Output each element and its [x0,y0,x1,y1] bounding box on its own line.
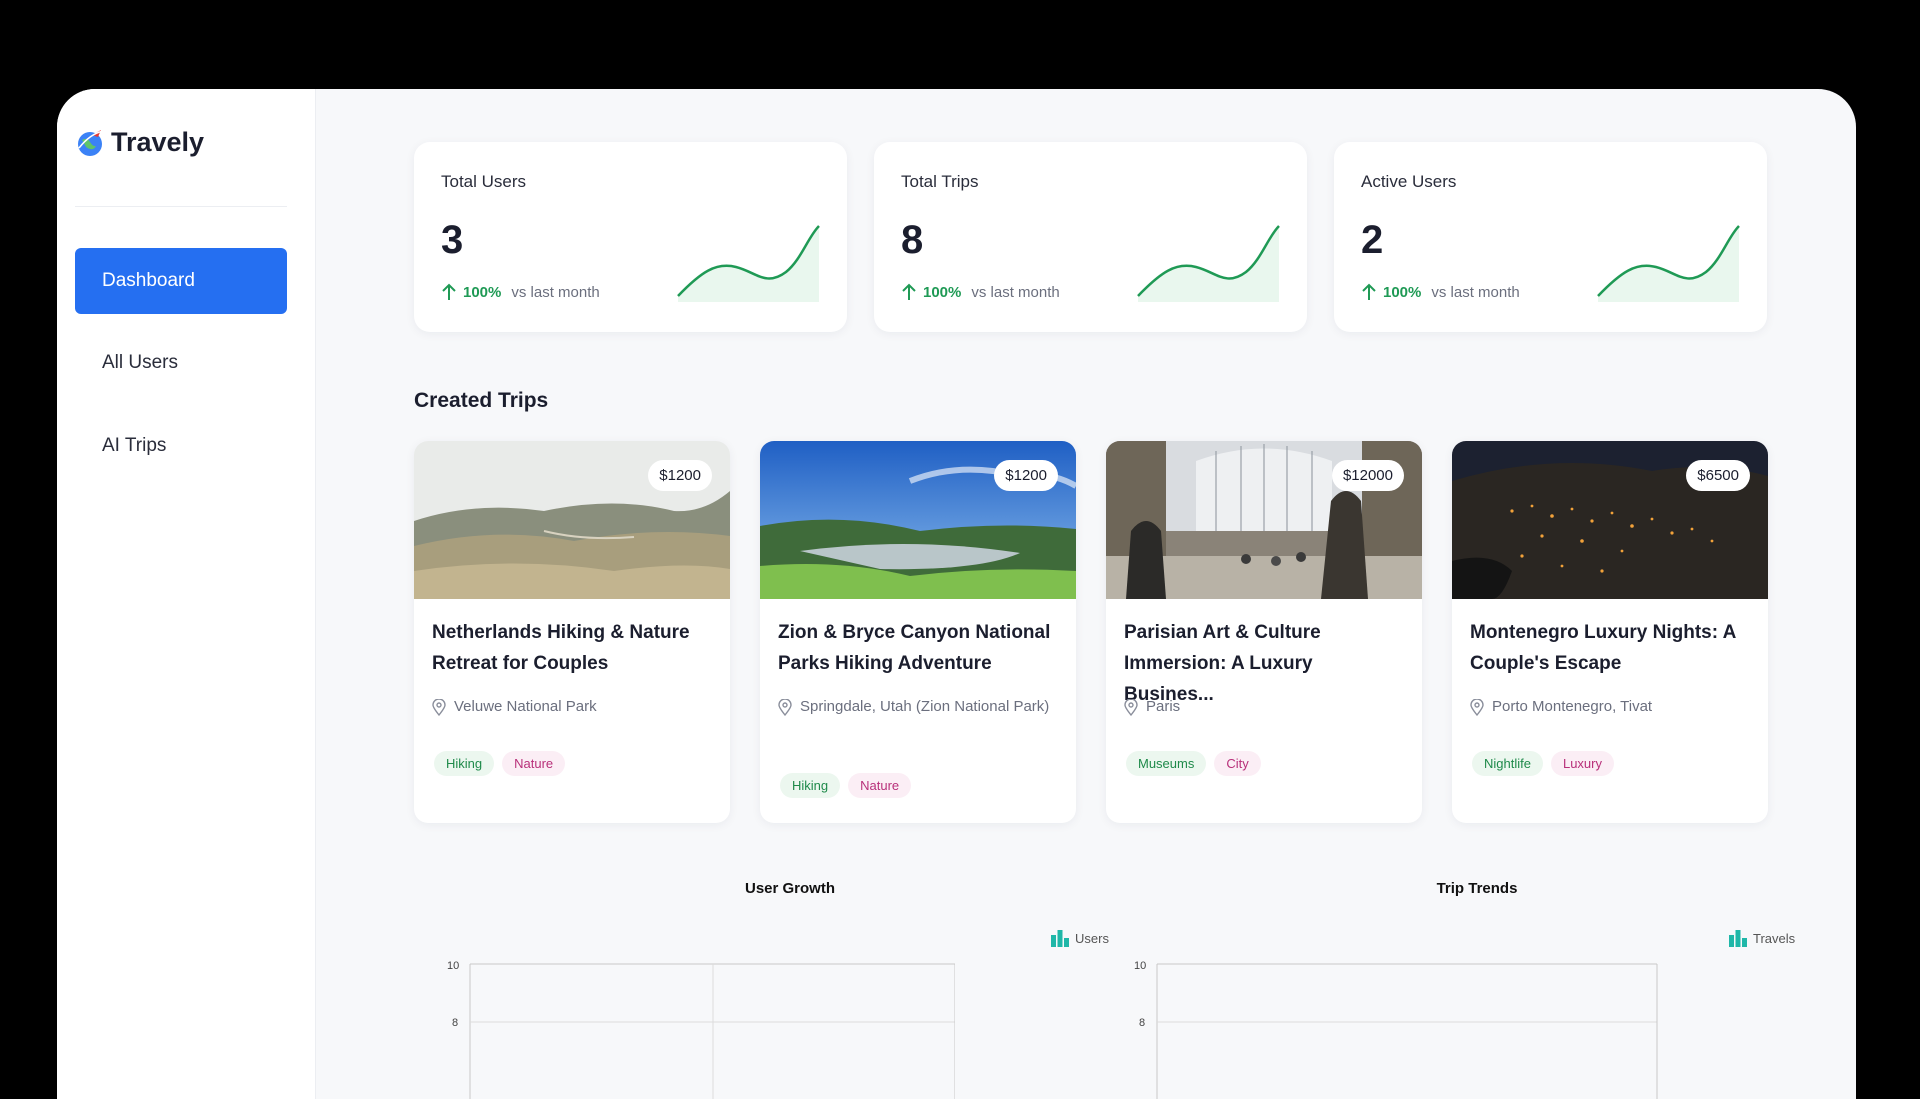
price-badge: $1200 [994,460,1058,491]
stat-value: 2 [1361,218,1384,262]
stat-title: Active Users [1361,172,1457,191]
trip-location-text: Springdale, Utah (Zion National Park) [800,698,1050,715]
tag: Hiking [434,751,495,776]
stat-title: Total Users [441,172,527,191]
trip-location-text: Veluwe National Park [454,698,597,715]
legend-label: Users [1075,930,1109,946]
price-badge: $1200 [648,460,712,491]
stat-change: 100% vs last month [1361,283,1520,301]
app-name: Travely [111,127,205,157]
trip-card[interactable]: $6500 Montenegro Luxury Nights: A Couple… [1452,441,1768,823]
trip-location: Springdale, Utah (Zion National Park) [778,696,1060,718]
stat-value: 3 [441,218,464,262]
stat-percent: 100% [1383,283,1422,301]
location-pin-icon [778,699,792,716]
trip-tags: Museums City [1126,751,1261,776]
user-growth-chart: 10 8 [447,961,955,1099]
trip-tags: Nightlife Luxury [1472,751,1614,776]
price-badge: $12000 [1331,460,1404,491]
tag: Luxury [1550,751,1614,776]
stat-title: Total Trips [901,172,979,191]
app-logo[interactable]: Travely [75,127,204,158]
trip-location: Veluwe National Park [432,696,714,718]
trip-name: Zion & Bryce Canyon National Parks Hikin… [778,622,1051,674]
trip-image: $6500 [1452,441,1768,599]
trip-tags: Hiking Nature [780,773,912,798]
stat-change: 100% vs last month [441,283,600,301]
stat-comparison: vs last month [971,283,1060,301]
section-title-created-trips: Created Trips [414,389,549,412]
trip-image: $1200 [760,441,1076,599]
trip-image: $1200 [414,441,730,599]
legend-label: Travels [1753,930,1796,946]
sidebar-item-dashboard[interactable]: Dashboard [75,248,287,314]
stats-row: Total Users 3 100% vs last month Total T… [414,142,1767,332]
stat-card-active-users: Active Users 2 100% vs last month [1334,142,1767,332]
chart-title-trip-trends: Trip Trends [1436,880,1518,897]
tag: Museums [1126,751,1207,776]
trip-location: Paris [1124,696,1406,718]
sidebar-divider [75,206,287,207]
trip-trends-chart: 10 8 [1134,961,1658,1099]
trip-name: Montenegro Luxury Nights: A Couple's Esc… [1470,622,1736,674]
chart-title-user-growth: User Growth [744,880,835,897]
tag: Nightlife [1472,751,1543,776]
trend-sparkline [1137,225,1280,302]
arrow-up-icon [902,283,916,300]
stat-percent: 100% [923,283,962,301]
chart-legend-travels[interactable]: Travels [1728,929,1795,947]
y-tick-label: 10 [1134,961,1146,972]
stat-card-total-trips: Total Trips 8 100% vs last month [874,142,1307,332]
sidebar: Travely Dashboard All Users AI Trips [57,89,316,1099]
trend-sparkline [677,225,820,302]
trip-location-text: Paris [1146,698,1181,715]
bar-chart-icon [1051,930,1069,947]
y-tick-label: 8 [452,1017,458,1029]
stat-percent: 100% [463,283,502,301]
stat-card-total-users: Total Users 3 100% vs last month [414,142,847,332]
trip-name: Netherlands Hiking & Nature Retreat for … [432,622,690,674]
price-badge: $6500 [1686,460,1750,491]
stat-comparison: vs last month [511,283,600,301]
trip-location-text: Porto Montenegro, Tivat [1492,698,1653,715]
main-content: Total Users 3 100% vs last month Total T… [315,89,1856,1099]
tag: Nature [848,773,912,798]
arrow-up-icon [1362,283,1376,300]
trip-card[interactable]: $1200 Zion & Bryce Canyon National Parks… [760,441,1076,823]
trips-grid: $1200 Netherlands Hiking & Nature Retrea… [414,441,1768,823]
tag: Hiking [780,773,841,798]
trip-image: $12000 [1106,441,1422,599]
location-pin-icon [1124,699,1138,716]
trip-card[interactable]: $1200 Netherlands Hiking & Nature Retrea… [414,441,730,823]
sidebar-item-ai-trips[interactable]: AI Trips [75,413,287,479]
arrow-up-icon [442,283,456,300]
trip-tags: Hiking Nature [434,751,566,776]
location-pin-icon [1470,699,1484,716]
globe-plane-icon [78,129,104,156]
sidebar-item-all-users[interactable]: All Users [75,330,287,396]
app-window: Travely Dashboard All Users AI Trips Tot… [57,89,1856,1099]
y-tick-label: 8 [1139,1017,1145,1029]
chart-legend-users[interactable]: Users [1050,929,1109,947]
stat-comparison: vs last month [1431,283,1520,301]
stat-value: 8 [901,218,924,262]
tag: Nature [502,751,566,776]
location-pin-icon [432,699,446,716]
stat-change: 100% vs last month [901,283,1060,301]
trip-card[interactable]: $12000 Parisian Art & Culture Immersion:… [1106,441,1422,823]
tag: City [1214,751,1261,776]
trend-sparkline [1597,225,1740,302]
trip-location: Porto Montenegro, Tivat [1470,696,1752,718]
y-tick-label: 10 [447,961,459,972]
bar-chart-icon [1729,930,1747,947]
